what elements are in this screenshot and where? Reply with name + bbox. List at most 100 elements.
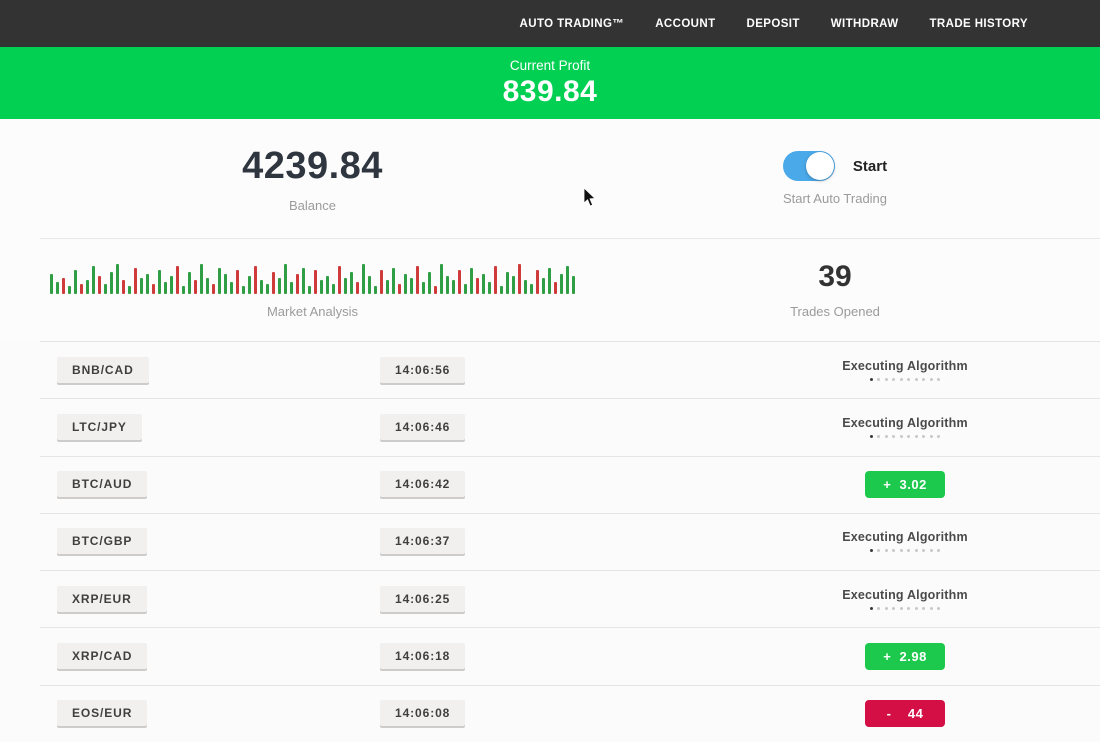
time-button[interactable]: 14:06:37	[380, 528, 465, 554]
market-bar	[554, 282, 557, 294]
pair-button[interactable]: BTC/AUD	[57, 471, 147, 497]
market-bar	[308, 286, 311, 294]
market-bar	[230, 282, 233, 294]
market-bar	[386, 280, 389, 294]
market-bar	[206, 278, 209, 294]
market-bar	[188, 272, 191, 294]
nav-item[interactable]: AUTO TRADING™	[520, 18, 625, 30]
market-bar	[284, 264, 287, 294]
progress-dot-icon	[930, 378, 933, 381]
market-bar	[110, 272, 113, 294]
nav-item[interactable]: ACCOUNT	[655, 18, 715, 30]
progress-dot-icon	[907, 435, 910, 438]
trade-status-cell: Executing Algorithm	[755, 416, 1055, 438]
pair-button[interactable]: BNB/CAD	[57, 357, 149, 383]
market-bar	[302, 268, 305, 294]
market-bar	[320, 280, 323, 294]
progress-dots	[870, 435, 941, 438]
market-bar	[146, 274, 149, 294]
market-bar	[68, 286, 71, 294]
nav-item[interactable]: WITHDRAW	[831, 18, 899, 30]
progress-dot-icon	[892, 435, 895, 438]
market-bar	[152, 284, 155, 294]
market-bar	[452, 280, 455, 294]
market-bar	[56, 282, 59, 294]
market-bar	[170, 276, 173, 294]
balance-section: 4239.84 Balance Start Start Auto Trading	[0, 119, 1100, 238]
market-bar	[200, 264, 203, 294]
time-button[interactable]: 14:06:18	[380, 643, 465, 669]
pair-button[interactable]: BTC/GBP	[57, 528, 147, 554]
pair-button[interactable]: XRP/CAD	[57, 643, 147, 669]
progress-dot-icon	[870, 607, 873, 610]
executing-algorithm-label: Executing Algorithm	[842, 530, 968, 544]
market-bar	[104, 284, 107, 294]
pair-button[interactable]: XRP/EUR	[57, 586, 147, 612]
market-bar	[128, 286, 131, 294]
pair-button[interactable]: LTC/JPY	[57, 414, 142, 440]
market-bar	[506, 272, 509, 294]
market-bar	[512, 276, 515, 294]
market-bar	[494, 266, 497, 294]
market-bar	[92, 266, 95, 294]
nav-item[interactable]: TRADE HISTORY	[930, 18, 1029, 30]
market-bar	[488, 282, 491, 294]
executing-algorithm-label: Executing Algorithm	[842, 416, 968, 430]
current-profit-banner: Current Profit 839.84	[0, 47, 1100, 119]
market-bar	[224, 274, 227, 294]
progress-dot-icon	[907, 378, 910, 381]
nav-item[interactable]: DEPOSIT	[747, 18, 800, 30]
auto-trading-toggle[interactable]	[783, 151, 835, 181]
progress-dots	[870, 549, 941, 552]
profit-badge: + 2.98	[865, 643, 945, 670]
market-bar	[434, 286, 437, 294]
trade-status-cell: + 3.02	[755, 471, 1055, 498]
progress-dot-icon	[885, 549, 888, 552]
pair-button[interactable]: EOS/EUR	[57, 700, 147, 726]
trade-row: XRP/EUR 14:06:25 Executing Algorithm	[0, 570, 1100, 627]
progress-dot-icon	[930, 549, 933, 552]
market-bar	[392, 268, 395, 294]
progress-dot-icon	[870, 378, 873, 381]
market-bar	[290, 282, 293, 294]
market-analysis-section: Market Analysis 39 Trades Opened	[0, 238, 1100, 341]
market-bar	[236, 270, 239, 294]
market-bar	[80, 284, 83, 294]
progress-dot-icon	[900, 378, 903, 381]
progress-dot-icon	[892, 607, 895, 610]
time-button[interactable]: 14:06:56	[380, 357, 465, 383]
trade-status-cell: Executing Algorithm	[755, 588, 1055, 610]
progress-dot-icon	[907, 607, 910, 610]
market-bar	[530, 284, 533, 294]
trades-opened-value: 39	[818, 260, 851, 294]
market-bar	[500, 286, 503, 294]
progress-dot-icon	[915, 378, 918, 381]
market-bar	[428, 272, 431, 294]
trade-row: BTC/AUD 14:06:42 + 3.02	[0, 456, 1100, 513]
progress-dot-icon	[877, 435, 880, 438]
market-bar	[416, 266, 419, 294]
start-auto-trading-label: Start Auto Trading	[783, 191, 887, 206]
trade-row: EOS/EUR 14:06:08 - 44	[0, 685, 1100, 742]
market-bar	[278, 278, 281, 294]
market-bar	[422, 282, 425, 294]
top-nav: AUTO TRADING™ ACCOUNT DEPOSIT WITHDRAW T…	[0, 0, 1100, 47]
market-bar	[344, 278, 347, 294]
market-bar	[242, 286, 245, 294]
time-button[interactable]: 14:06:42	[380, 471, 465, 497]
time-button[interactable]: 14:06:08	[380, 700, 465, 726]
progress-dot-icon	[922, 549, 925, 552]
market-bar	[116, 264, 119, 294]
progress-dot-icon	[877, 378, 880, 381]
trade-status-cell: Executing Algorithm	[755, 530, 1055, 552]
market-bar	[182, 286, 185, 294]
balance-value: 4239.84	[242, 145, 383, 188]
time-button[interactable]: 14:06:46	[380, 414, 465, 440]
time-button[interactable]: 14:06:25	[380, 586, 465, 612]
market-bar	[440, 264, 443, 294]
progress-dot-icon	[937, 549, 940, 552]
trade-row: BTC/GBP 14:06:37 Executing Algorithm	[0, 513, 1100, 570]
market-bar	[464, 284, 467, 294]
progress-dot-icon	[930, 607, 933, 610]
market-bar	[380, 270, 383, 294]
